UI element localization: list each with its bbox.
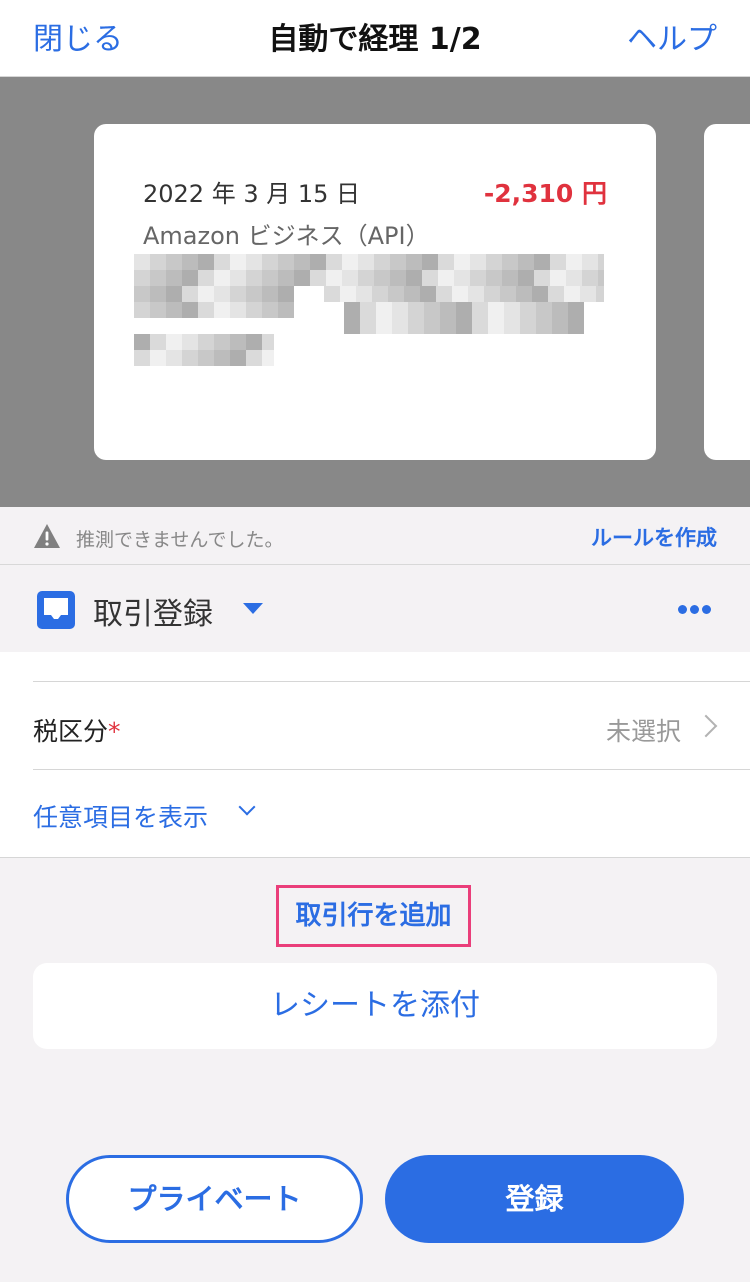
transaction-card[interactable]: 2022 年 3 月 15 日 -2,310 円 Amazon ビジネス（API… [94,124,656,460]
show-optional-fields-label: 任意項目を表示 [33,803,209,832]
transaction-card-carousel[interactable]: 2022 年 3 月 15 日 -2,310 円 Amazon ビジネス（API… [0,77,750,507]
guess-failed-notice: 推測できませんでした。 ルールを作成 [0,508,750,565]
transaction-amount: -2,310 円 [483,179,607,208]
transaction-type-label[interactable]: 取引登録 [93,589,213,633]
dropdown-caret-icon[interactable] [243,603,263,614]
add-transaction-line-button[interactable]: 取引行を追加 [276,885,471,947]
tax-category-value: 未選択 [605,717,681,746]
chevron-down-icon [238,798,256,816]
notice-text: 推測できませんでした。 [76,529,284,551]
transaction-date: 2022 年 3 月 15 日 [143,180,361,208]
required-mark: * [108,717,121,746]
transaction-source: Amazon ビジネス（API） [143,222,430,250]
divider [33,769,750,770]
create-rule-link[interactable]: ルールを作成 [591,522,717,552]
next-transaction-card[interactable] [704,124,750,460]
transaction-form: 税区分* 未選択 任意項目を表示 [0,652,750,858]
inbox-icon [37,591,75,629]
redacted-description [134,254,604,382]
private-button[interactable]: プライベート [66,1155,363,1243]
register-button[interactable]: 登録 [385,1155,684,1243]
transaction-type-row: 取引登録 [0,565,750,651]
show-optional-fields-toggle[interactable]: 任意項目を表示 [0,771,750,857]
warning-icon [34,524,60,548]
attach-receipt-button[interactable]: レシートを添付 [33,963,717,1049]
help-button[interactable]: ヘルプ [627,14,717,58]
tax-category-label: 税区分* [33,717,121,746]
more-horizontal-icon[interactable] [678,605,712,615]
nav-header: 閉じる 自動で経理 1/2 ヘルプ [0,0,750,77]
